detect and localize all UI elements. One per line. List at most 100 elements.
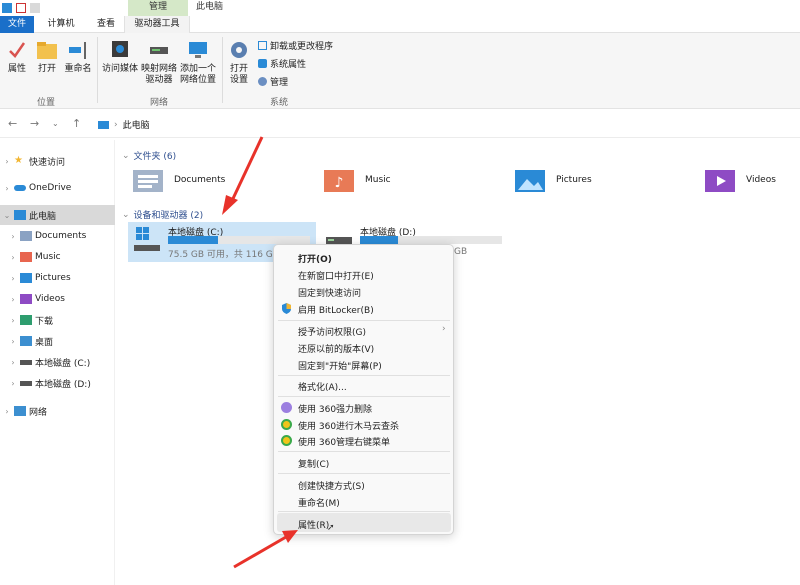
group-location: 位置: [37, 98, 56, 108]
back-arrow-icon[interactable]: ←: [8, 117, 17, 130]
sidebar-item-label: Music: [35, 252, 61, 262]
open-settings-label-2: 设置: [229, 75, 248, 85]
folder-videos[interactable]: Videos: [704, 166, 776, 194]
tab-view[interactable]: 查看: [88, 16, 124, 33]
menu-item-rename[interactable]: 重命名(M): [298, 496, 340, 509]
tab-drive-tools[interactable]: 驱动器工具: [124, 16, 190, 33]
drive-free-space: GB: [454, 247, 468, 257]
properties-button[interactable]: 属性: [4, 39, 30, 75]
rename-button[interactable]: 重命名: [62, 39, 94, 75]
manage-button[interactable]: 管理: [258, 75, 288, 88]
computer-small-icon[interactable]: [2, 3, 12, 13]
breadcrumb-this-pc: 此电脑: [122, 121, 150, 131]
chevron-right-icon[interactable]: ›: [6, 379, 20, 388]
chevron-right-icon[interactable]: ›: [6, 358, 20, 367]
breadcrumb[interactable]: › 此电脑: [98, 118, 150, 131]
drive-usage-fill: [168, 236, 218, 244]
folder-open-icon: [37, 42, 57, 59]
up-arrow-icon[interactable]: ↑: [72, 117, 81, 130]
sidebar-item-drive-c[interactable]: › 本地磁盘 (C:): [0, 352, 115, 372]
sidebar-item-downloads[interactable]: › 下载: [0, 310, 115, 330]
folder-small-icon[interactable]: [30, 3, 40, 13]
menu-item-360-manage[interactable]: 使用 360管理右键菜单: [298, 435, 390, 448]
map-drive-button[interactable]: 映射网络 驱动器: [140, 39, 178, 86]
checkbox-icon[interactable]: [16, 3, 26, 13]
menu-item-format[interactable]: 格式化(A)...: [298, 380, 347, 393]
menu-item-copy[interactable]: 复制(C): [298, 457, 329, 470]
media-icon: [112, 41, 128, 57]
chevron-down-icon[interactable]: ⌄: [52, 119, 59, 128]
sidebar-item-label: 桌面: [35, 337, 54, 348]
properties-label: 属性: [7, 64, 26, 74]
open-settings-button[interactable]: 打开 设置: [226, 39, 252, 86]
open-button[interactable]: 打开: [34, 39, 60, 75]
sidebar-item-label: Documents: [35, 231, 87, 241]
chevron-right-icon[interactable]: ›: [6, 316, 20, 325]
svg-text:♪: ♪: [335, 175, 344, 191]
menu-item-properties[interactable]: 属性(R): [298, 518, 329, 531]
ribbon-tabs: 文件 计算机 查看 驱动器工具: [0, 16, 800, 33]
forward-arrow-icon[interactable]: →: [30, 117, 39, 130]
chevron-right-icon[interactable]: ›: [6, 337, 20, 346]
folder-documents[interactable]: Documents: [132, 166, 225, 194]
menu-separator: [278, 375, 450, 376]
annotation-arrow-top: [222, 136, 264, 215]
manage-context-tab[interactable]: 管理: [128, 0, 188, 16]
mouse-cursor-icon: ➚: [327, 523, 335, 533]
menu-item-create-shortcut[interactable]: 创建快捷方式(S): [298, 479, 365, 492]
menu-item-pin-start[interactable]: 固定到"开始"屏幕(P): [298, 359, 382, 372]
chevron-right-icon[interactable]: ›: [6, 232, 20, 241]
access-media-button[interactable]: 访问媒体: [100, 39, 140, 75]
sidebar-item-network[interactable]: › 网络: [0, 401, 115, 421]
menu-separator: [278, 320, 450, 321]
sidebar-item-quick-access[interactable]: › ★ 快速访问: [0, 151, 115, 171]
sidebar-item-videos[interactable]: › Videos: [0, 289, 115, 309]
uninstall-button[interactable]: 卸载或更改程序: [258, 39, 333, 52]
gear-icon: [231, 42, 247, 58]
sidebar-item-label: OneDrive: [29, 183, 72, 193]
access-media-label: 访问媒体: [101, 64, 138, 74]
menu-item-restore-versions[interactable]: 还原以前的版本(V): [298, 342, 374, 355]
sidebar-item-label: 本地磁盘 (D:): [35, 379, 91, 390]
folder-pictures[interactable]: Pictures: [514, 166, 592, 194]
sidebar-item-music[interactable]: › Music: [0, 247, 115, 267]
sidebar-item-drive-d[interactable]: › 本地磁盘 (D:): [0, 373, 115, 393]
menu-item-pin-quick-access[interactable]: 固定到快速访问: [298, 286, 361, 299]
documents-icon: [20, 231, 32, 241]
menu-separator: [278, 451, 450, 452]
chevron-right-icon[interactable]: ›: [0, 407, 14, 416]
drive-icon: [20, 359, 32, 365]
chevron-right-icon[interactable]: ›: [6, 253, 20, 262]
menu-item-open-new-window[interactable]: 在新窗口中打开(E): [298, 269, 374, 282]
sidebar-item-onedrive[interactable]: › OneDrive: [0, 178, 115, 198]
chevron-right-icon[interactable]: ›: [6, 295, 20, 304]
folders-section-header[interactable]: ⌄ 文件夹 (6): [122, 149, 176, 163]
add-network-location-button[interactable]: 添加一个 网络位置: [178, 39, 218, 86]
menu-item-bitlocker[interactable]: 启用 BitLocker(B): [298, 303, 374, 316]
tab-file[interactable]: 文件: [0, 16, 34, 33]
chevron-right-icon[interactable]: ›: [0, 157, 14, 166]
menu-item-360-delete[interactable]: 使用 360强力删除: [298, 402, 372, 415]
folder-music[interactable]: ♪ Music: [323, 166, 391, 194]
pictures-folder-icon: [515, 170, 545, 192]
manage-360-icon: [281, 435, 292, 446]
sidebar-item-label: 此电脑: [29, 211, 57, 222]
drives-section-title: 设备和驱动器 (2): [133, 211, 204, 221]
sidebar-item-documents[interactable]: › Documents: [0, 226, 115, 246]
sidebar-item-desktop[interactable]: › 桌面: [0, 331, 115, 351]
sidebar-item-pictures[interactable]: › Pictures: [0, 268, 115, 288]
computer-icon: [98, 120, 109, 129]
chevron-right-icon[interactable]: ›: [0, 184, 14, 193]
sidebar-item-label: 快速访问: [29, 157, 66, 168]
menu-item-360-scan[interactable]: 使用 360进行木马云查杀: [298, 419, 399, 432]
drives-section-header[interactable]: ⌄ 设备和驱动器 (2): [122, 208, 204, 222]
chevron-right-icon[interactable]: ›: [6, 274, 20, 283]
ribbon-divider: [222, 37, 223, 103]
chevron-down-icon[interactable]: ⌄: [0, 211, 14, 220]
tab-computer[interactable]: 计算机: [36, 16, 86, 33]
menu-item-grant-access[interactable]: 授予访问权限(G): [298, 325, 366, 338]
system-properties-button[interactable]: 系统属性: [258, 57, 306, 70]
pictures-icon: [20, 273, 32, 283]
menu-item-open[interactable]: 打开(O): [298, 252, 332, 265]
sidebar-item-this-pc[interactable]: ⌄ 此电脑: [0, 205, 115, 225]
